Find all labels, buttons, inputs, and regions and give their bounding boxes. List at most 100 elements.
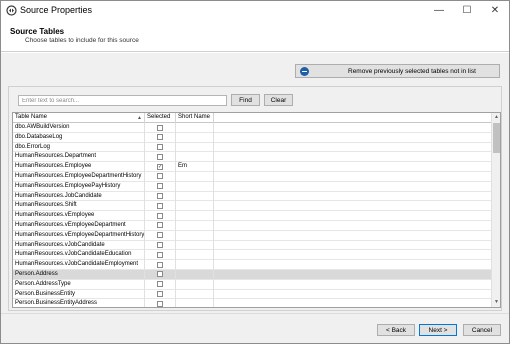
selected-cell — [145, 230, 176, 241]
grid-rows: dbo.AWBuildVersion dbo.DatabaseLog dbo.Err… — [13, 123, 492, 307]
selected-checkbox[interactable] — [157, 134, 163, 141]
selected-cell — [145, 279, 176, 290]
table-name-cell: Person.BusinessEntity — [13, 289, 145, 300]
scroll-down-icon[interactable]: ▼ — [492, 298, 500, 307]
short-name-cell[interactable] — [176, 250, 214, 261]
column-header-selected[interactable]: Selected — [145, 113, 176, 123]
short-name-cell[interactable] — [176, 220, 214, 231]
selected-checkbox[interactable] — [157, 251, 163, 258]
column-header-table-name[interactable]: Table Name ▲ — [13, 113, 145, 123]
title-bar[interactable]: Source Properties — ☐ ✕ — [1, 1, 509, 20]
selected-checkbox[interactable] — [157, 124, 163, 131]
short-name-cell[interactable] — [176, 152, 214, 163]
table-row[interactable]: HumanResources.EmployeePayHistory — [13, 181, 492, 192]
table-row[interactable]: HumanResources.EmployeeDepartmentHistory — [13, 171, 492, 182]
table-row[interactable]: Person.BusinessEntity — [13, 289, 492, 300]
selected-checkbox[interactable] — [157, 271, 163, 278]
table-row[interactable]: Person.Address — [13, 269, 492, 280]
scroll-up-icon[interactable]: ▲ — [492, 113, 500, 122]
selected-checkbox[interactable] — [157, 212, 163, 219]
selected-cell — [145, 152, 176, 163]
short-name-cell[interactable] — [176, 142, 214, 153]
close-button[interactable]: ✕ — [481, 1, 509, 20]
selected-cell — [145, 250, 176, 261]
table-name-cell: dbo.AWBuildVersion — [13, 123, 145, 133]
table-row[interactable]: HumanResources.vJobCandidateEducation — [13, 250, 492, 261]
selected-cell — [145, 269, 176, 280]
selected-checkbox[interactable] — [157, 300, 163, 307]
short-name-cell[interactable] — [176, 230, 214, 241]
selected-checkbox[interactable] — [157, 144, 163, 151]
selected-checkbox[interactable] — [157, 193, 163, 200]
table-row[interactable]: HumanResources.Shift — [13, 201, 492, 212]
selected-checkbox[interactable]: ✓ — [157, 163, 163, 170]
table-row[interactable]: HumanResources.vEmployeeDepartmentHistor… — [13, 230, 492, 241]
short-name-cell[interactable] — [176, 279, 214, 290]
header-panel: Source Tables Choose tables to include f… — [1, 20, 509, 52]
selected-checkbox[interactable] — [157, 261, 163, 268]
selected-cell — [145, 211, 176, 221]
table-row[interactable]: dbo.ErrorLog — [13, 142, 492, 153]
selected-checkbox[interactable] — [157, 242, 163, 249]
search-input[interactable] — [18, 95, 227, 106]
table-row[interactable]: HumanResources.Employee ✓ Em — [13, 162, 492, 172]
table-row[interactable]: Person.BusinessEntityAddress — [13, 299, 492, 307]
short-name-cell[interactable] — [176, 132, 214, 143]
short-name-cell[interactable]: Em — [176, 162, 214, 172]
selected-cell — [145, 220, 176, 231]
table-row[interactable]: HumanResources.Department — [13, 152, 492, 163]
selected-checkbox[interactable] — [157, 202, 163, 209]
short-name-cell[interactable] — [176, 181, 214, 192]
cancel-button[interactable]: Cancel — [463, 324, 501, 336]
scroll-thumb[interactable] — [493, 123, 500, 153]
table-name-cell: HumanResources.Shift — [13, 201, 145, 212]
vertical-scrollbar[interactable]: ▲ ▼ — [491, 113, 500, 307]
selected-cell — [145, 142, 176, 153]
app-icon — [6, 5, 17, 16]
short-name-cell[interactable] — [176, 123, 214, 133]
content-area: Remove previously selected tables not in… — [1, 53, 509, 313]
table-row[interactable]: HumanResources.vEmployeeDepartment — [13, 220, 492, 231]
table-name-cell: HumanResources.EmployeeDepartmentHistory — [13, 171, 145, 182]
table-row[interactable]: dbo.DatabaseLog — [13, 132, 492, 143]
selected-checkbox[interactable] — [157, 281, 163, 288]
short-name-cell[interactable] — [176, 260, 214, 270]
table-row[interactable]: HumanResources.JobCandidate — [13, 191, 492, 202]
table-row[interactable]: Person.AddressType — [13, 279, 492, 290]
short-name-cell[interactable] — [176, 201, 214, 212]
table-name-cell: HumanResources.vEmployee — [13, 211, 145, 221]
maximize-button[interactable]: ☐ — [453, 1, 481, 20]
tables-grid: Table Name ▲ Selected Short Name dbo.AWB… — [12, 112, 501, 308]
table-row[interactable]: HumanResources.vJobCandidate — [13, 240, 492, 251]
find-button[interactable]: Find — [231, 94, 260, 106]
table-name-cell: Person.Address — [13, 269, 145, 280]
table-name-cell: HumanResources.Employee — [13, 162, 145, 172]
selected-checkbox[interactable] — [157, 232, 163, 239]
selected-cell — [145, 299, 176, 307]
next-button[interactable]: Next > — [419, 324, 457, 336]
selected-checkbox[interactable] — [157, 291, 163, 298]
short-name-cell[interactable] — [176, 191, 214, 202]
source-properties-window: Source Properties — ☐ ✕ Source Tables Ch… — [0, 0, 510, 344]
selected-checkbox[interactable] — [157, 222, 163, 229]
short-name-cell[interactable] — [176, 289, 214, 300]
table-row[interactable]: HumanResources.vEmployee — [13, 211, 492, 221]
minimize-button[interactable]: — — [425, 1, 453, 20]
selected-checkbox[interactable] — [157, 153, 163, 160]
column-header-short-name[interactable]: Short Name — [176, 113, 214, 123]
table-row[interactable]: dbo.AWBuildVersion — [13, 123, 492, 133]
short-name-cell[interactable] — [176, 171, 214, 182]
selected-checkbox[interactable] — [157, 173, 163, 180]
short-name-cell[interactable] — [176, 299, 214, 307]
table-row[interactable]: HumanResources.vJobCandidateEmployment — [13, 260, 492, 270]
table-name-cell: HumanResources.EmployeePayHistory — [13, 181, 145, 192]
remove-unlisted-tables-button[interactable]: Remove previously selected tables not in… — [295, 64, 500, 78]
table-name-cell: HumanResources.vEmployeeDepartment — [13, 220, 145, 231]
selected-cell — [145, 260, 176, 270]
back-button[interactable]: < Back — [377, 324, 415, 336]
clear-button[interactable]: Clear — [264, 94, 293, 106]
short-name-cell[interactable] — [176, 211, 214, 221]
short-name-cell[interactable] — [176, 240, 214, 251]
selected-checkbox[interactable] — [157, 183, 163, 190]
short-name-cell[interactable] — [176, 269, 214, 280]
